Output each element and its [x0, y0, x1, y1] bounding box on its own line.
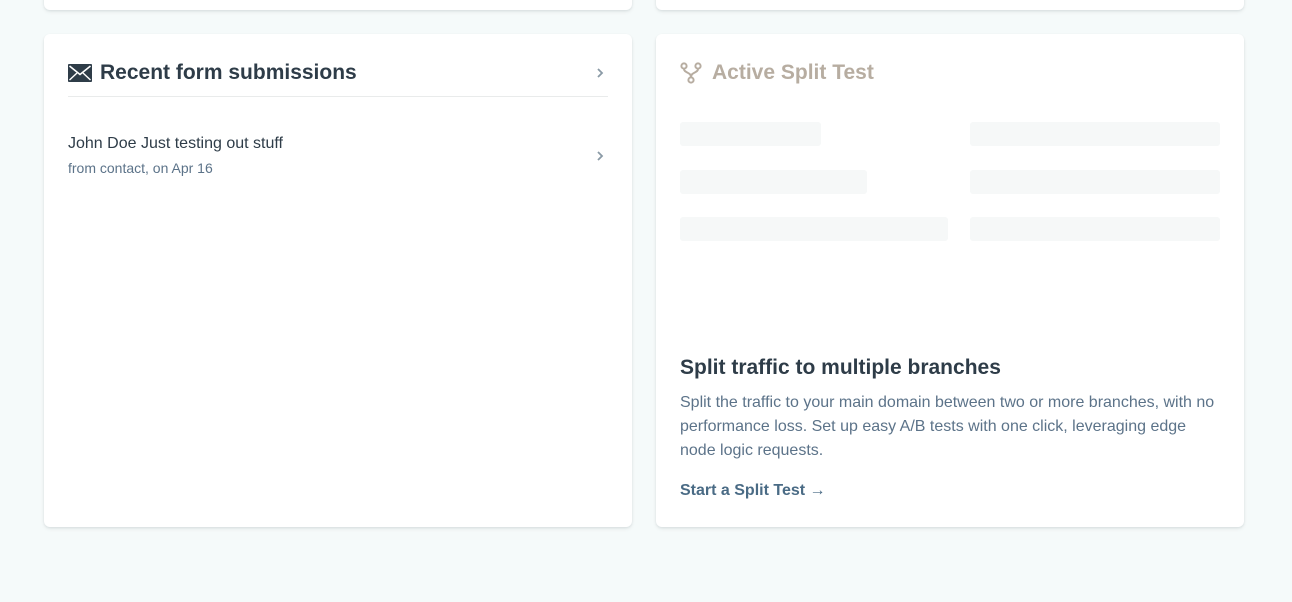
skeleton-placeholder	[680, 122, 821, 146]
promo-description: Split the traffic to your main domain be…	[680, 394, 1215, 459]
submission-list-item[interactable]: John Doe Just testing out stuff from con…	[68, 132, 608, 184]
submission-meta: from contact, on Apr 16	[68, 160, 213, 176]
forms-card-title: Recent form submissions	[100, 61, 357, 84]
promo-title: Split traffic to multiple branches	[680, 356, 1001, 379]
chevron-right-icon[interactable]	[592, 147, 608, 165]
forms-card-header[interactable]: Recent form submissions	[68, 58, 608, 97]
split-test-promo: Split traffic to multiple branches Split…	[680, 352, 1220, 503]
split-card-title: Active Split Test	[712, 61, 874, 84]
skeleton-placeholder	[970, 122, 1220, 146]
submission-summary: John Doe Just testing out stuff	[68, 135, 283, 152]
split-fork-icon	[680, 58, 704, 88]
skeleton-placeholder	[970, 170, 1220, 194]
mail-icon	[68, 58, 92, 88]
split-card-header: Active Split Test	[680, 58, 1220, 97]
previous-card-left	[44, 0, 632, 10]
start-split-test-link[interactable]: Start a Split Test →	[680, 479, 826, 503]
chevron-right-icon[interactable]	[592, 64, 608, 82]
previous-card-right	[656, 0, 1244, 10]
recent-form-submissions-card: Recent form submissions John Doe Just te…	[44, 34, 632, 527]
skeleton-placeholder	[680, 170, 867, 194]
active-split-test-card: Active Split Test Split traffic to multi…	[656, 34, 1244, 527]
skeleton-placeholder	[680, 217, 948, 241]
skeleton-placeholder	[970, 217, 1220, 241]
